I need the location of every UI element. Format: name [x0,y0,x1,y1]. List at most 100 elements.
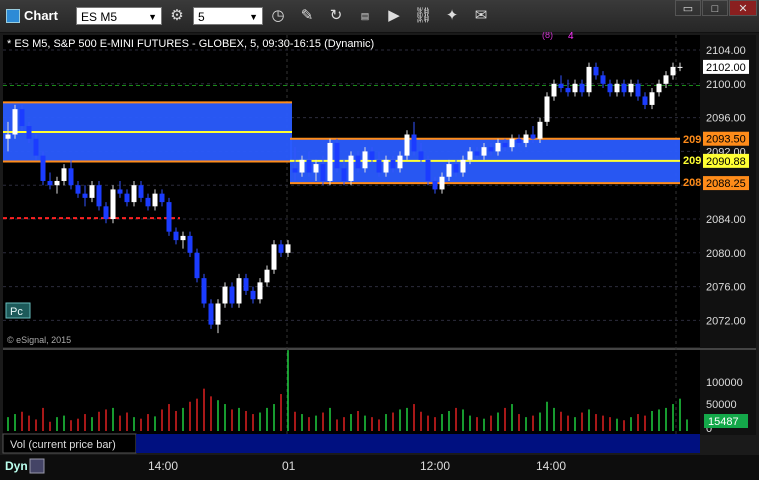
close-button[interactable]: ✕ [729,0,757,16]
vol-study-strip [136,434,700,453]
time-axis-label: 14:00 [536,459,566,473]
price-axis-label: 2072.00 [706,315,746,327]
candle-body [600,75,606,84]
candle-body [369,151,375,160]
play-icon[interactable]: ▶ [384,6,404,26]
candle-body [432,180,438,190]
candle-body [12,109,18,135]
candle-body [341,168,347,181]
dyn-label[interactable]: Dyn [5,459,28,473]
candle-body [467,151,473,160]
interval-input[interactable]: 5 ▼ [193,7,263,25]
candle-body [180,235,186,241]
pencil-icon[interactable]: ✎ [297,6,317,26]
candle-body [397,155,403,169]
candle-body [523,134,529,143]
symbol-value: ES M5 [81,10,118,24]
price-chart[interactable]: 2104.002100.002096.002092.002088.002084.… [0,32,759,480]
candle-body [229,286,235,304]
chat-icon[interactable]: ✉ [471,6,491,26]
price-axis-label: 2096.00 [706,113,746,125]
time-axis-panel [0,455,759,480]
candle-body [586,66,592,93]
price-panel [3,35,700,347]
candle-body [376,159,382,173]
candle-body [488,147,494,152]
candle-body [334,142,340,169]
price-axis-label: 2104.00 [706,45,746,57]
vol-marker-label: 15487 [708,416,739,428]
price-marker-label: 2088.25 [706,178,746,190]
candle-body [439,176,445,190]
candle-body [642,96,648,105]
td-paren-label: (8) [542,32,553,40]
candle-body [68,168,74,186]
candle-body [635,83,641,97]
link-icon[interactable]: ⛓ [413,6,433,26]
pc-button-label: Pc [10,306,23,318]
candle-body [544,96,550,122]
candle-body [306,159,312,173]
chevron-down-icon[interactable]: ▼ [249,8,258,26]
app-title: Chart [24,8,58,23]
candle-body [47,180,53,186]
settings-icon[interactable]: ⚙ [167,6,187,26]
candle-body [117,189,123,194]
candle-body [103,206,109,219]
candle-body [26,126,32,139]
td-top-label: 4 [568,32,574,42]
candle-body [110,189,116,219]
maximize-button[interactable]: □ [702,0,728,16]
price-axis-label: 2084.00 [706,214,746,226]
candle-body [383,159,389,173]
price-marker-label: 2090.88 [706,156,746,168]
candle-body [362,151,368,169]
candle-body [166,202,172,232]
candle-body [656,83,662,93]
tag-icon[interactable]: ✦ [442,6,462,26]
candle-body [411,134,417,152]
candle-body [89,185,95,198]
candle-body [40,155,46,181]
candle-body [418,151,424,160]
redo-icon[interactable]: ↻ [326,6,346,26]
candle-body [670,66,676,76]
symbol-input[interactable]: ES M5 ▼ [76,7,162,25]
candle-body [460,159,466,173]
candle-body [558,83,564,89]
candle-body [271,244,277,270]
candle-body [236,278,242,304]
restore-button[interactable]: ▭ [675,0,701,16]
level-label: 208 [683,177,701,189]
candle-body [404,134,410,156]
candle-body [173,231,179,241]
candle-body [572,83,578,93]
time-axis-label: 14:00 [148,459,178,473]
candle-body [327,142,333,181]
candle-body [425,159,431,181]
clock-icon[interactable]: ◷ [268,6,288,26]
candle-body [243,278,249,291]
candle-body [257,282,263,300]
candle-body [516,138,522,143]
candle-body [649,92,655,105]
data-icon[interactable]: ▤ [355,6,375,26]
candle-body [453,164,459,173]
price-marker-label: 2093.50 [706,134,746,146]
chart-header: * ES M5, S&P 500 E-MINI FUTURES - GLOBEX… [7,38,374,50]
candle-body [509,138,515,148]
candle-body [33,138,39,156]
candle-body [201,278,207,304]
candle-body [446,164,452,177]
candle-body [75,185,81,194]
candle-body [474,151,480,156]
candle-body [390,159,396,169]
chevron-down-icon[interactable]: ▼ [148,8,157,26]
price-axis-label: 2076.00 [706,282,746,294]
time-axis-label: 12:00 [420,459,450,473]
candle-body [313,164,319,173]
candle-body [565,88,571,93]
zoom-icon[interactable] [29,458,45,474]
level-label: 209 [683,155,701,167]
candle-body [481,147,487,156]
